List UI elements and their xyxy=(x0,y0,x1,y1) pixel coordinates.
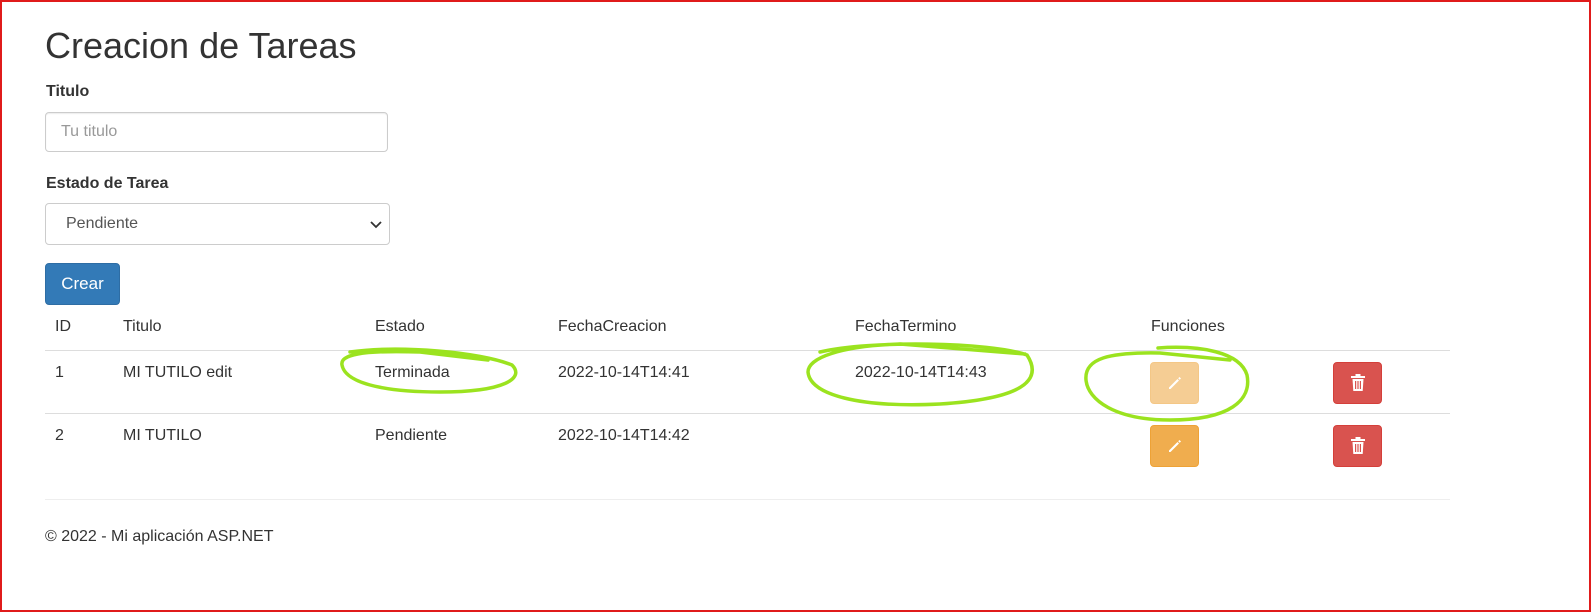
chevron-down-icon xyxy=(370,221,382,229)
pencil-icon xyxy=(1168,377,1181,389)
header-fecha-creacion: FechaCreacion xyxy=(558,318,667,335)
header-fecha-termino: FechaTermino xyxy=(855,318,957,335)
trash-icon xyxy=(1350,437,1365,454)
titulo-input[interactable] xyxy=(45,112,388,152)
delete-button[interactable] xyxy=(1333,362,1382,404)
footer-divider xyxy=(45,499,1450,500)
titulo-label: Titulo xyxy=(46,83,90,100)
table-divider xyxy=(45,413,1450,414)
cell-estado: Pendiente xyxy=(375,427,448,444)
header-funciones: Funciones xyxy=(1151,318,1225,335)
header-titulo: Titulo xyxy=(123,318,162,335)
cell-estado: Terminada xyxy=(375,364,450,381)
edit-button[interactable] xyxy=(1150,362,1199,404)
delete-button[interactable] xyxy=(1333,425,1382,467)
cell-fecha-creacion: 2022-10-14T14:42 xyxy=(558,427,690,444)
pencil-icon xyxy=(1168,440,1181,452)
table-divider xyxy=(45,350,1450,351)
cell-id: 2 xyxy=(55,427,64,444)
cell-titulo: MI TUTILO xyxy=(123,427,202,444)
window-frame xyxy=(0,0,1591,612)
header-estado: Estado xyxy=(375,318,425,335)
footer-text: © 2022 - Mi aplicación ASP.NET xyxy=(45,528,274,545)
edit-button[interactable] xyxy=(1150,425,1199,467)
cell-fecha-termino: 2022-10-14T14:43 xyxy=(855,364,987,381)
trash-icon xyxy=(1350,374,1365,391)
cell-fecha-creacion: 2022-10-14T14:41 xyxy=(558,364,690,381)
cell-id: 1 xyxy=(55,364,64,381)
header-id: ID xyxy=(55,318,71,335)
page-title: Creacion de Tareas xyxy=(45,25,357,66)
estado-selected-value: Pendiente xyxy=(66,215,139,232)
estado-select[interactable]: Pendiente xyxy=(45,203,390,245)
estado-label: Estado de Tarea xyxy=(46,175,169,192)
crear-button[interactable]: Crear xyxy=(45,263,120,305)
cell-titulo: MI TUTILO edit xyxy=(123,364,233,381)
